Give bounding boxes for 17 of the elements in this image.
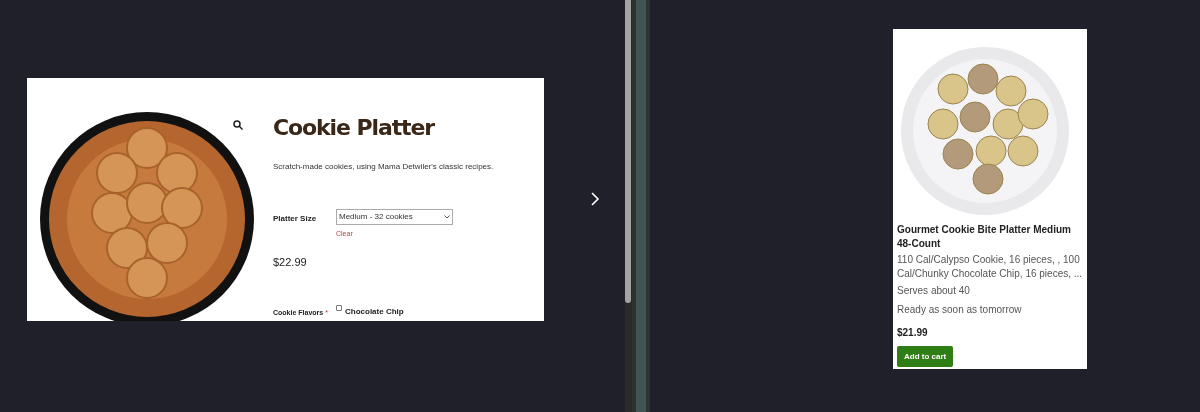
product-name: Gourmet Cookie Bite Platter Medium 48-Count: [897, 223, 1072, 251]
next-arrow-icon[interactable]: [590, 192, 600, 206]
checkbox-label: Chocolate Chip: [345, 307, 404, 316]
search-icon[interactable]: [233, 120, 243, 130]
availability-info: Ready as soon as tomorrow: [897, 303, 1023, 317]
product-description: 110 Cal/Calypso Cookie, 16 pieces, , 100 Cal/Chunky Chocolate Chip, 16 pieces, ...: [897, 253, 1083, 281]
serving-info: Serves about 40: [897, 284, 971, 298]
product-title: Cookie Platter: [273, 114, 436, 142]
scrollbar-thumb[interactable]: [625, 0, 631, 303]
product-price: $22.99: [273, 254, 308, 270]
chevron-down-icon: [444, 215, 450, 219]
product-description: Scratch-made cookies, using Mama Detwiler's classic recipes.: [273, 161, 495, 173]
option-label: Platter Size: [273, 213, 318, 225]
add-to-cart-button[interactable]: Add to cart: [897, 346, 954, 367]
size-select[interactable]: Medium - 32 cookies: [336, 209, 453, 225]
product-price: $21.99: [897, 326, 929, 340]
checkbox[interactable]: [336, 305, 342, 311]
